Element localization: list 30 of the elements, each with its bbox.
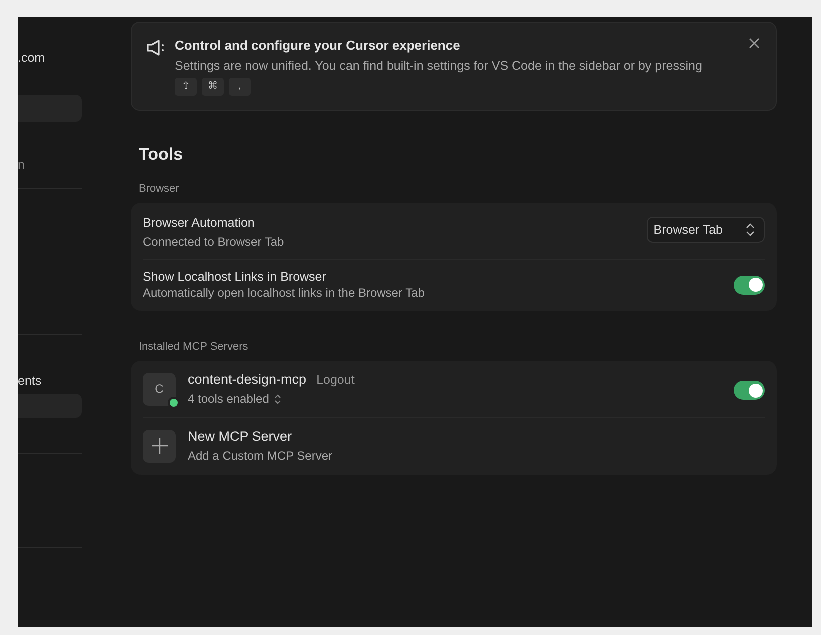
- setting-title: New MCP Server: [188, 429, 292, 444]
- close-icon: [749, 38, 760, 49]
- sidebar-item[interactable]: ents: [18, 374, 82, 388]
- banner-text: Settings are now unified. You can find built-in settings for VS Code in the sidebar or by pressing: [175, 59, 704, 73]
- banner-title: Control and configure your Cursor experience: [175, 38, 462, 53]
- toggle-switch[interactable]: [734, 276, 765, 294]
- chevron-updown-icon: [274, 394, 282, 404]
- setting-description: Add a Custom MCP Server: [188, 449, 334, 463]
- tools-dropdown[interactable]: 4 tools enabled: [188, 392, 282, 406]
- setting-title: Browser Automation: [143, 216, 255, 230]
- page-title: Tools: [139, 145, 184, 165]
- chevron-updown-icon: [745, 222, 756, 236]
- add-button[interactable]: [143, 430, 176, 462]
- setting-description: Connected to Browser Tab: [143, 235, 286, 249]
- sidebar-item[interactable]: .com: [18, 51, 82, 65]
- sidebar-item[interactable]: n: [18, 158, 82, 172]
- logout-link[interactable]: Logout: [316, 373, 355, 387]
- key-cap: ⌘: [202, 78, 224, 96]
- key-cap: ⇧: [175, 78, 197, 96]
- setting-title: Show Localhost Links in Browser: [143, 270, 326, 284]
- key-cap: ,: [229, 78, 251, 96]
- section-label: Installed MCP Servers: [139, 341, 250, 353]
- megaphone-icon: [146, 39, 165, 57]
- setting-description: Automatically open localhost links in the Browser Tab: [143, 286, 426, 300]
- browser-select[interactable]: Browser Tab: [646, 216, 765, 242]
- plus-icon: [152, 438, 168, 454]
- toggle-switch[interactable]: [734, 381, 765, 400]
- setting-title: content-design-mcp: [188, 372, 307, 387]
- close-button[interactable]: [747, 36, 762, 51]
- section-label: Browser: [139, 183, 180, 195]
